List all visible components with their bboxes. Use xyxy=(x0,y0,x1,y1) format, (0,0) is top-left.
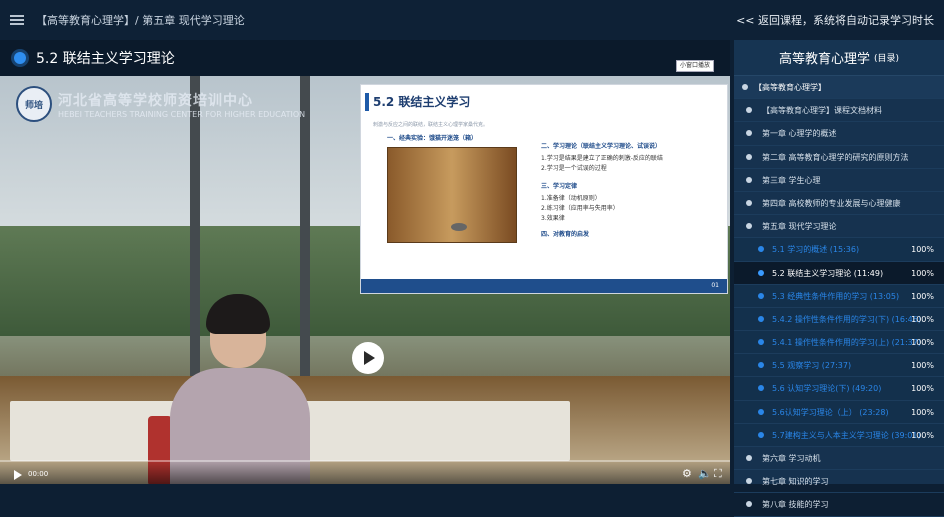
breadcrumb[interactable]: 【高等教育心理学】/ 第五章 现代学习理论 xyxy=(36,12,245,28)
slide-line: 1.学习是结果是建立了正确的刺激-反应的联结 xyxy=(541,155,663,162)
progress-percent: 100% xyxy=(911,338,934,348)
outline-item-label: 第三章 学生心理 xyxy=(762,175,821,185)
lesson-title: 5.2 联结主义学习理论 xyxy=(36,51,175,67)
lesson-item[interactable]: 5.1 学习的概述 (15:36) 100% xyxy=(734,238,944,262)
progress-percent: 100% xyxy=(911,407,934,417)
sidebar-title-suffix: (目录) xyxy=(873,54,900,64)
settings-icon[interactable]: ⚙ xyxy=(682,467,692,480)
slide-title: 5.2 联结主义学习 xyxy=(373,95,471,109)
lesson-item[interactable]: 5.6认知学习理论（上） (23:28) 100% xyxy=(734,400,944,424)
watermark-logo: 师培 河北省高等学校师资培训中心 HEBEI TEACHERS TRAINING… xyxy=(16,86,305,122)
slide-line: 1.准备律（动机原则） xyxy=(541,195,601,202)
fullscreen-icon[interactable]: ⛶ xyxy=(714,467,722,481)
progress-percent: 100% xyxy=(911,361,934,371)
outline-item-label: 第五章 现代学习理论 xyxy=(762,222,837,232)
volume-icon[interactable]: 🔈 xyxy=(698,467,712,480)
outline-item-label: 5.6 认知学习理论(下) (49:20) xyxy=(772,384,882,394)
course-outline-sidebar: 高等教育心理学 (目录) 【高等教育心理学】【高等教育心理学】课程文档材料 第一章… xyxy=(734,40,944,517)
sidebar-title: 高等教育心理学 xyxy=(778,52,870,67)
lesson-item[interactable]: 5.5 观察学习 (27:37) 100% xyxy=(734,354,944,378)
chapter-item[interactable]: 第一章 心理学的概述 xyxy=(734,122,944,146)
slide-section: 一、经典实验：饿猫开迷笼（箱） xyxy=(387,135,478,142)
slide-line: 3.效果律 xyxy=(541,215,565,222)
presentation-slide: 5.2 联结主义学习 刺激与反应之间的联结，联结主义心理学家桑代克。 一、经典实… xyxy=(360,84,728,294)
outline-item-label: 5.5 观察学习 (27:37) xyxy=(772,361,852,371)
slide-heading: 三、学习定律 xyxy=(541,183,578,190)
sidebar-header: 高等教育心理学 (目录) xyxy=(734,40,944,76)
current-time: 00:00 xyxy=(28,470,49,478)
lesson-indicator-icon xyxy=(14,52,26,64)
logo-en: HEBEI TEACHERS TRAINING CENTER FOR HIGHE… xyxy=(58,109,306,119)
progress-bar[interactable] xyxy=(0,460,730,462)
progress-percent: 100% xyxy=(911,291,934,301)
lesson-item[interactable]: 5.4.2 操作性条件作用的学习(下) (16:46) 100% xyxy=(734,307,944,332)
outline-item-label: 【高等教育心理学】课程文档材料 xyxy=(762,106,882,116)
chapter-item[interactable]: 第六章 学习动机 xyxy=(734,447,944,471)
slide-line: 2.学习是一个试误的过程 xyxy=(541,165,607,172)
chapter-item[interactable]: 第七章 知识的学习 xyxy=(734,470,944,494)
chapter-item[interactable]: 【高等教育心理学】 xyxy=(734,76,944,100)
lesson-item[interactable]: 5.7建构主义与人本主义学习理论 (39:01) 100% xyxy=(734,423,944,447)
seal-icon: 师培 xyxy=(16,86,52,122)
slide-page-number: 01 xyxy=(361,279,727,293)
back-to-course-link[interactable]: << 返回课程，系统将自动记录学习时长 xyxy=(736,12,934,28)
menu-icon[interactable] xyxy=(10,15,24,25)
slide-heading: 二、学习理论（联结主义学习理论、试误说） xyxy=(541,143,662,150)
progress-percent: 100% xyxy=(911,268,934,278)
outline-item-label: 【高等教育心理学】 xyxy=(754,83,826,92)
outline-item-label: 5.3 经典性条件作用的学习 (13:05) xyxy=(772,291,900,301)
slide-subtitle: 刺激与反应之间的联结，联结主义心理学家桑代克。 xyxy=(373,122,489,128)
progress-percent: 100% xyxy=(911,430,934,440)
outline-item-label: 5.4.1 操作性条件作用的学习(上) (21:37) xyxy=(772,338,921,348)
lesson-title-bar: 5.2 联结主义学习理论 xyxy=(0,40,730,76)
lesson-item[interactable]: 5.4.1 操作性条件作用的学习(上) (21:37) 100% xyxy=(734,331,944,355)
chapter-item[interactable]: 【高等教育心理学】课程文档材料 xyxy=(734,99,944,123)
lesson-item[interactable]: 5.2 联结主义学习理论 (11:49) 100% xyxy=(734,261,944,285)
play-icon[interactable] xyxy=(14,470,22,480)
top-bar: 【高等教育心理学】/ 第五章 现代学习理论 << 返回课程，系统将自动记录学习时… xyxy=(0,0,944,40)
progress-percent: 100% xyxy=(911,384,934,394)
lecturer xyxy=(170,294,310,484)
outline-item-label: 5.1 学习的概述 (15:36) xyxy=(772,245,860,255)
outline-item-label: 第二章 高等教育心理学的研究的原则方法 xyxy=(762,152,909,162)
lesson-item[interactable]: 5.3 经典性条件作用的学习 (13:05) 100% xyxy=(734,284,944,308)
outline-item-label: 第一章 心理学的概述 xyxy=(762,129,837,139)
logo-cn: 河北省高等学校师资培训中心 xyxy=(58,92,253,109)
lesson-item[interactable]: 5.6 认知学习理论(下) (49:20) 100% xyxy=(734,377,944,401)
chapter-item[interactable]: 第三章 学生心理 xyxy=(734,169,944,192)
outline-item-label: 第六章 学习动机 xyxy=(762,454,821,463)
outline-item-label: 第七章 知识的学习 xyxy=(762,477,829,487)
chapter-item[interactable]: 第二章 高等教育心理学的研究的原则方法 xyxy=(734,146,944,169)
outline-list: 【高等教育心理学】【高等教育心理学】课程文档材料 第一章 心理学的概述第二章 高等… xyxy=(734,76,944,517)
play-button[interactable] xyxy=(352,342,384,374)
outline-item-label: 第八章 技能的学习 xyxy=(762,500,829,510)
progress-percent: 100% xyxy=(911,245,934,255)
video-player[interactable]: 师培 河北省高等学校师资培训中心 HEBEI TEACHERS TRAINING… xyxy=(0,76,730,484)
chapter-item[interactable]: 第四章 高校教师的专业发展与心理健康 xyxy=(734,192,944,216)
chapter-item[interactable]: 第八章 技能的学习 xyxy=(734,493,944,517)
mini-window-button[interactable]: 小窗口播放 xyxy=(676,60,715,72)
slide-heading: 四、对教育的启发 xyxy=(541,231,590,238)
outline-item-label: 5.2 联结主义学习理论 (11:49) xyxy=(772,268,884,278)
slide-line: 2.练习律（应用率与失用率） xyxy=(541,205,619,212)
outline-item-label: 5.6认知学习理论（上） (23:28) xyxy=(772,407,889,417)
outline-item-label: 5.7建构主义与人本主义学习理论 (39:01) xyxy=(772,430,921,440)
chapter-item[interactable]: 第五章 现代学习理论 xyxy=(734,215,944,239)
progress-percent: 100% xyxy=(911,314,934,324)
outline-item-label: 5.4.2 操作性条件作用的学习(下) (16:46) xyxy=(772,314,921,324)
video-controls: 00:00 ⚙ 🔈 ⛶ xyxy=(0,460,730,484)
dish-illustration xyxy=(451,223,467,231)
outline-item-label: 第四章 高校教师的专业发展与心理健康 xyxy=(762,198,901,208)
